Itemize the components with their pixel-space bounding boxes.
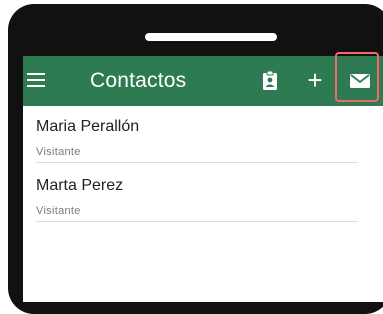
divider [36, 221, 358, 222]
add-icon[interactable]: + [303, 66, 327, 94]
contact-role: Visitante [36, 205, 81, 217]
app-bar: Contactos + [23, 56, 383, 106]
divider [36, 162, 358, 163]
contact-name: Marta Perez [36, 177, 124, 194]
contact-badge-icon[interactable] [258, 69, 282, 93]
mail-icon[interactable] [348, 69, 372, 93]
contact-name: Maria Perallón [36, 118, 140, 135]
list-item[interactable]: Marta Perez Visitante [36, 165, 358, 224]
app-screen: Contactos + Maria Perallón Visitante Mar… [23, 56, 383, 302]
phone-speaker [145, 33, 277, 41]
contact-list: Maria Perallón Visitante Marta Perez Vis… [23, 106, 383, 224]
list-item[interactable]: Maria Perallón Visitante [36, 106, 358, 165]
page-title: Contactos [90, 69, 187, 92]
hamburger-menu-icon[interactable] [27, 72, 45, 88]
contact-role: Visitante [36, 146, 81, 158]
